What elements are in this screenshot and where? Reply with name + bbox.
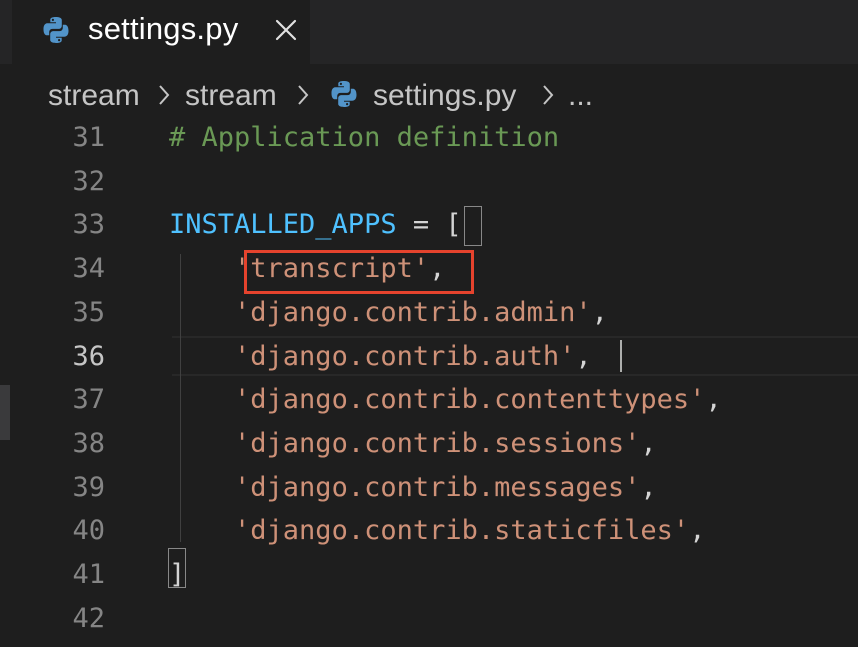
breadcrumb-item-stream[interactable]: stream: [48, 79, 140, 113]
code-text: 'django.contrib.contenttypes',: [169, 378, 722, 422]
line-number: 39: [72, 471, 105, 503]
line-number: 33: [72, 209, 105, 241]
code-token: ,: [640, 471, 657, 503]
tab-settings-py[interactable]: settings.py: [12, 0, 310, 64]
tab-label: settings.py: [88, 11, 239, 46]
code-text: INSTALLED_APPS = [: [169, 203, 462, 247]
code-token: ,: [705, 384, 722, 416]
code-text: 'django.contrib.sessions',: [169, 422, 657, 466]
code-text: 'django.contrib.auth',: [169, 335, 592, 379]
code-text: 'django.contrib.messages',: [169, 466, 657, 510]
code-token: 'django.contrib.staticfiles': [234, 515, 690, 547]
code-text: 'django.contrib.admin',: [169, 291, 608, 335]
code-line[interactable]: 41]: [12, 559, 858, 603]
code-token: ,: [575, 340, 592, 372]
line-number: 40: [72, 515, 105, 547]
chevron-right-icon: [540, 84, 556, 111]
line-number: 36: [72, 340, 105, 372]
line-number: 34: [72, 253, 105, 285]
text-cursor: [620, 340, 622, 372]
tab-bar: settings.py: [0, 0, 858, 64]
code-text: 'django.contrib.staticfiles',: [169, 509, 705, 553]
bracket-match-open: [464, 206, 482, 246]
code-text: # Application definition: [169, 116, 559, 160]
code-line[interactable]: 31 # Application definition: [12, 122, 858, 166]
line-number: 32: [72, 165, 105, 197]
code-editor[interactable]: 31 # Application definition 32 33 INSTALLED_…: [12, 122, 858, 634]
line-number: 38: [72, 427, 105, 459]
breadcrumb-item-stream-2[interactable]: stream: [185, 79, 277, 113]
code-token: 'django.contrib.auth': [234, 340, 576, 372]
code-token: ,: [591, 296, 608, 328]
python-file-icon: [42, 16, 70, 49]
code-line[interactable]: 42: [12, 603, 858, 647]
line-number: 31: [72, 122, 105, 153]
breadcrumb-item-more[interactable]: ...: [568, 79, 593, 113]
line-number: 42: [72, 602, 105, 634]
chevron-right-icon: [156, 84, 172, 111]
code-token: 'django.contrib.admin': [234, 296, 592, 328]
breadcrumb-item-settings-py[interactable]: settings.py: [373, 79, 516, 113]
code-token: ,: [640, 427, 657, 459]
left-edge: [0, 64, 12, 610]
annotation-highlight-box: [244, 250, 474, 294]
code-token: ,: [689, 515, 706, 547]
bracket-match-close: [168, 548, 186, 588]
scrollbar-thumb[interactable]: [0, 385, 10, 440]
code-token: 'django.contrib.messages': [234, 471, 641, 503]
chevron-right-icon: [295, 84, 311, 111]
code-token: 'django.contrib.sessions': [234, 427, 641, 459]
breadcrumb: stream stream settings.py ...: [12, 64, 858, 122]
close-icon[interactable]: [274, 18, 298, 47]
python-file-icon: [330, 80, 358, 113]
code-token: # Application definition: [169, 122, 560, 153]
line-number: 41: [72, 559, 105, 590]
line-number: 37: [72, 384, 105, 416]
code-line[interactable]: 40 'django.contrib.staticfiles',: [12, 515, 858, 559]
line-number: 35: [72, 296, 105, 328]
code-token: 'django.contrib.contenttypes': [234, 384, 706, 416]
code-token: INSTALLED_APPS: [169, 209, 397, 241]
code-token: = [: [396, 209, 462, 241]
